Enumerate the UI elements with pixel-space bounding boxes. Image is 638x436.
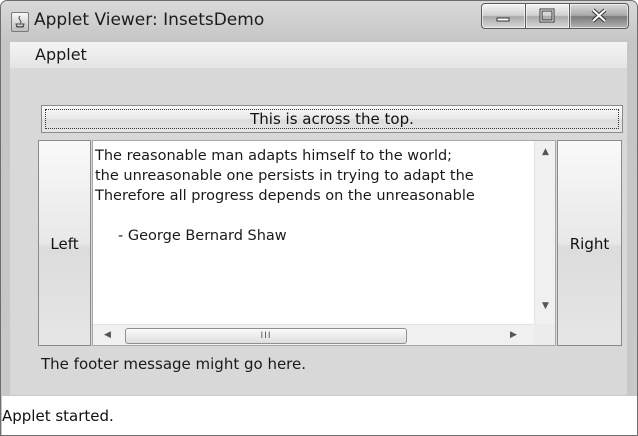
text-line: the unreasonable one persists in trying … — [95, 168, 474, 184]
java-app-icon[interactable] — [11, 12, 29, 32]
top-button[interactable]: This is across the top. — [41, 105, 623, 133]
scroll-up-icon[interactable]: ▲ — [537, 144, 554, 161]
scroll-right-icon[interactable]: ▶ — [505, 327, 522, 344]
text-area-viewport[interactable]: The reasonable man adapts himself to the… — [95, 146, 533, 324]
title-bar[interactable]: Applet Viewer: InsetsDemo — [1, 1, 637, 41]
close-button[interactable] — [569, 3, 629, 29]
scroll-left-icon[interactable]: ◀ — [99, 327, 116, 344]
window-title: Applet Viewer: InsetsDemo — [34, 10, 265, 30]
maximize-icon — [539, 8, 555, 23]
applet-viewer-window: Applet Viewer: InsetsDemo Applet This is… — [0, 0, 638, 436]
left-button[interactable]: Left — [38, 140, 91, 346]
text-line: - George Bernard Shaw — [95, 228, 287, 244]
right-button-label: Right — [569, 235, 610, 253]
menu-applet[interactable]: Applet — [35, 45, 87, 64]
menu-bar: Applet — [10, 42, 627, 68]
text-line: Therefore all progress depends on the un… — [95, 188, 475, 204]
applet-panel: This is across the top. Left The reasona… — [10, 68, 627, 395]
scroll-down-icon[interactable]: ▼ — [537, 298, 554, 315]
maximize-button[interactable] — [525, 3, 570, 29]
quote-text-area[interactable]: The reasonable man adapts himself to the… — [92, 140, 556, 346]
right-button[interactable]: Right — [557, 140, 622, 346]
vertical-scrollbar[interactable]: ▲ ▼ — [534, 141, 555, 324]
scrollbar-corner — [534, 324, 555, 345]
horizontal-scroll-thumb[interactable]: III — [125, 328, 407, 344]
text-line: The reasonable man adapts himself to the… — [95, 148, 453, 164]
close-icon — [591, 8, 607, 23]
status-bar: Applet started. — [2, 395, 637, 435]
minimize-icon — [496, 17, 510, 22]
horizontal-scrollbar[interactable]: ◀ III ▶ — [93, 324, 534, 345]
minimize-button[interactable] — [481, 3, 526, 29]
footer-message: The footer message might go here. — [41, 355, 307, 373]
window-controls — [481, 3, 631, 31]
status-text: Applet started. — [2, 407, 114, 425]
left-button-label: Left — [50, 235, 79, 253]
